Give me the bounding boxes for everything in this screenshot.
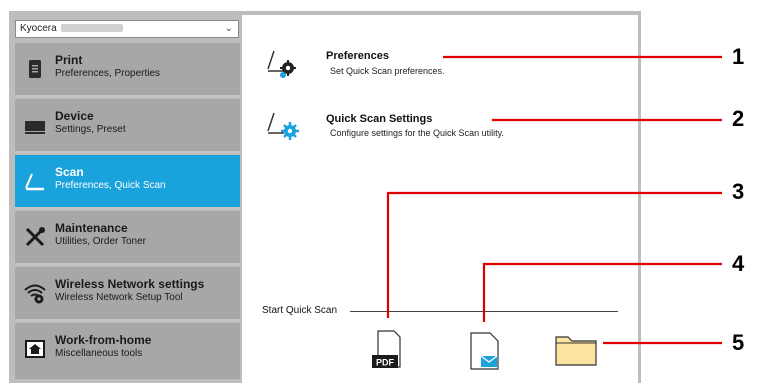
quick-scan-label: Start Quick Scan: [262, 305, 338, 316]
sidebar-item-maintenance[interactable]: Maintenance Utilities, Order Toner: [15, 211, 240, 265]
scan-to-email-button[interactable]: [468, 331, 502, 371]
pdf-label: PDF: [376, 358, 395, 368]
device-select[interactable]: Kyocera ⌄: [15, 20, 239, 38]
printer-icon: [25, 121, 45, 134]
sidebar-item-title: Wireless Network settings: [55, 277, 205, 291]
tools-icon: [25, 227, 45, 247]
divider: [350, 311, 618, 312]
sidebar-item-device[interactable]: Device Settings, Preset: [15, 99, 240, 153]
scan-to-pdf-button[interactable]: PDF: [370, 329, 406, 369]
sidebar-item-scan[interactable]: Scan Preferences, Quick Scan: [15, 155, 240, 209]
device-select-value: Kyocera: [20, 23, 57, 34]
callout-number-3: 3: [732, 179, 745, 204]
document-icon: [29, 60, 41, 78]
wifi-gear-icon: [24, 284, 46, 304]
scanner-icon: [25, 173, 44, 191]
app-window: Kyocera ⌄ Print Preferences, Properties …: [9, 11, 641, 383]
scan-to-folder-button[interactable]: [554, 333, 598, 367]
redacted-text: [60, 24, 123, 33]
sidebar-item-work-from-home[interactable]: Work-from-home Miscellaneous tools: [15, 323, 240, 379]
preferences-link[interactable]: Preferences: [326, 50, 389, 62]
sidebar-item-subtitle: Wireless Network Setup Tool: [55, 292, 183, 303]
sidebar-item-title: Device: [55, 109, 94, 123]
home-icon: [25, 340, 45, 358]
sidebar-item-subtitle: Settings, Preset: [55, 124, 126, 135]
scan-preferences-icon[interactable]: [264, 45, 300, 79]
sidebar-item-subtitle: Miscellaneous tools: [55, 348, 143, 359]
quick-scan-settings-link[interactable]: Quick Scan Settings: [326, 113, 432, 125]
sidebar-item-subtitle: Utilities, Order Toner: [55, 236, 146, 247]
sidebar-item-title: Maintenance: [55, 221, 128, 235]
sidebar-item-title: Work-from-home: [55, 333, 152, 347]
sidebar-item-subtitle: Preferences, Quick Scan: [55, 180, 166, 191]
callout-number-2: 2: [732, 106, 745, 131]
chevron-down-icon[interactable]: ⌄: [225, 21, 233, 37]
quick-scan-settings-icon[interactable]: [264, 107, 300, 141]
sidebar-item-title: Scan: [55, 165, 84, 179]
callout-number-5: 5: [732, 330, 745, 355]
main-panel: Preferences Set Quick Scan preferences. …: [242, 15, 638, 383]
callout-number-4: 4: [732, 251, 745, 276]
preferences-description: Set Quick Scan preferences.: [330, 66, 445, 76]
sidebar: Kyocera ⌄ Print Preferences, Properties …: [9, 11, 242, 383]
callout-number-1: 1: [732, 44, 745, 69]
sidebar-item-print[interactable]: Print Preferences, Properties: [15, 43, 240, 97]
sidebar-item-subtitle: Preferences, Properties: [55, 68, 161, 79]
quick-scan-settings-description: Configure settings for the Quick Scan ut…: [330, 128, 504, 138]
sidebar-item-wireless[interactable]: Wireless Network settings Wireless Netwo…: [15, 267, 240, 321]
sidebar-item-title: Print: [55, 53, 83, 67]
